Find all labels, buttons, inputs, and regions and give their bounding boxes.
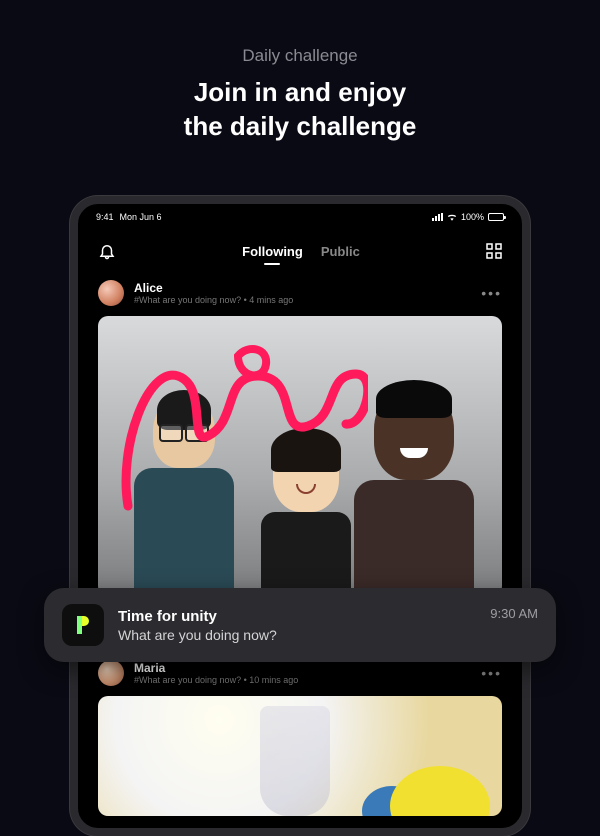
wifi-icon bbox=[447, 213, 457, 221]
avatar[interactable] bbox=[98, 280, 124, 306]
promo-title: Join in and enjoy the daily challenge bbox=[0, 66, 600, 144]
tablet-frame: 9:41 Mon Jun 6 100% Following Public Ali… bbox=[70, 196, 530, 836]
notification-body: What are you doing now? bbox=[118, 627, 476, 643]
post: Alice #What are you doing now? • 4 mins … bbox=[78, 274, 522, 596]
post-header: Alice #What are you doing now? • 4 mins … bbox=[98, 274, 502, 316]
post-username[interactable]: Maria bbox=[134, 661, 471, 675]
battery-percent: 100% bbox=[461, 212, 484, 222]
promo-subtitle: Daily challenge bbox=[0, 0, 600, 66]
status-bar: 9:41 Mon Jun 6 100% bbox=[78, 204, 522, 224]
post: Maria #What are you doing now? • 10 mins… bbox=[78, 654, 522, 816]
post-more-icon[interactable]: ••• bbox=[481, 285, 502, 301]
post-image[interactable] bbox=[98, 696, 502, 816]
feed-tabs: Following Public bbox=[242, 244, 360, 259]
status-date: Mon Jun 6 bbox=[120, 212, 162, 222]
post-username[interactable]: Alice bbox=[134, 281, 471, 295]
avatar[interactable] bbox=[98, 660, 124, 686]
post-image[interactable] bbox=[98, 316, 502, 596]
status-time: 9:41 bbox=[96, 212, 114, 222]
app-logo-icon bbox=[62, 604, 104, 646]
notification-time: 9:30 AM bbox=[490, 606, 538, 621]
post-subline: #What are you doing now? • 10 mins ago bbox=[134, 675, 471, 685]
promo-title-line2: the daily challenge bbox=[0, 110, 600, 144]
tab-public[interactable]: Public bbox=[321, 244, 360, 259]
grid-view-icon[interactable] bbox=[486, 243, 502, 259]
notification-title: Time for unity bbox=[118, 608, 476, 625]
cellular-signal-icon bbox=[432, 213, 443, 221]
promo-title-line1: Join in and enjoy bbox=[0, 76, 600, 110]
post-more-icon[interactable]: ••• bbox=[481, 665, 502, 681]
notifications-bell-icon[interactable] bbox=[98, 242, 116, 260]
battery-icon bbox=[488, 213, 504, 221]
push-notification[interactable]: Time for unity What are you doing now? 9… bbox=[44, 588, 556, 662]
tab-following[interactable]: Following bbox=[242, 244, 303, 259]
app-header: Following Public bbox=[78, 224, 522, 274]
post-subline: #What are you doing now? • 4 mins ago bbox=[134, 295, 471, 305]
